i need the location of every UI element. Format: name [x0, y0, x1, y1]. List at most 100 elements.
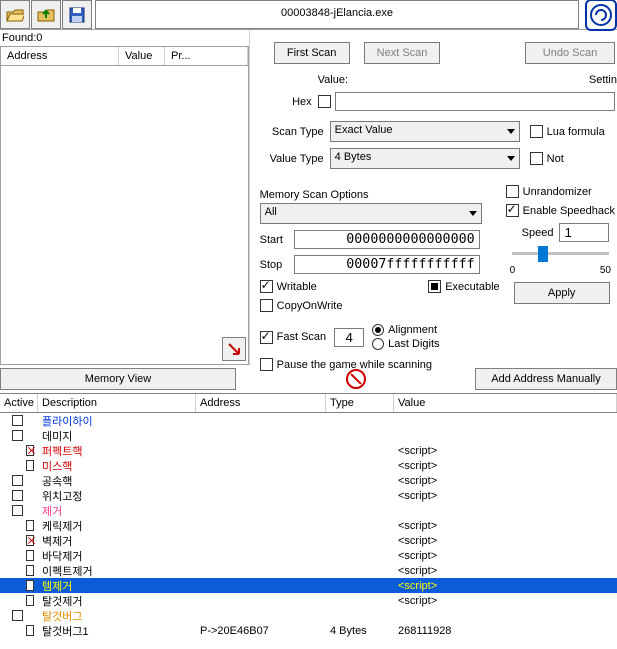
col-val2[interactable]: Value	[394, 394, 617, 412]
unrandomizer-checkbox[interactable]	[506, 185, 519, 198]
last-digits-radio[interactable]	[372, 338, 384, 350]
open-process-button[interactable]	[31, 0, 61, 29]
clear-list-icon[interactable]	[346, 369, 366, 389]
col-address[interactable]: Address	[1, 47, 119, 65]
pause-checkbox[interactable]	[260, 358, 273, 371]
active-checkbox[interactable]	[26, 550, 34, 561]
table-row[interactable]: 탈것제거 <script>	[0, 593, 617, 608]
active-checkbox[interactable]	[26, 565, 34, 576]
value-label: Value:	[318, 74, 348, 86]
active-checkbox[interactable]	[26, 460, 34, 471]
settings-link[interactable]: Settin	[589, 74, 617, 86]
col-desc[interactable]: Description	[38, 394, 196, 412]
table-row[interactable]: 데미지	[0, 428, 617, 443]
cell-desc: 케릭제거	[38, 518, 196, 534]
cell-desc: 플라이하이	[38, 413, 196, 429]
stop-label: Stop	[260, 259, 294, 271]
cell-desc: 탈것제거	[38, 593, 196, 609]
scan-type-combo[interactable]: Exact Value	[330, 121, 520, 142]
not-checkbox[interactable]	[530, 152, 543, 165]
results-list[interactable]	[0, 66, 249, 365]
table-row[interactable]: 템제거<script>	[0, 578, 617, 593]
cell-desc: 데미지	[38, 428, 196, 444]
cell-desc: 탈것버그	[38, 608, 196, 624]
col-type[interactable]: Type	[326, 394, 394, 412]
active-checkbox[interactable]	[12, 475, 23, 486]
table-row[interactable]: 위치고정<script>	[0, 488, 617, 503]
active-checkbox[interactable]	[12, 430, 23, 441]
cell-val: <script>	[394, 445, 617, 457]
active-checkbox[interactable]	[12, 490, 23, 501]
cell-desc: 제거	[38, 503, 196, 519]
table-row[interactable]: 이펙트제거<script>	[0, 563, 617, 578]
cell-val: <script>	[394, 580, 617, 592]
table-row[interactable]: 미스핵<script>	[0, 458, 617, 473]
table-row[interactable]: 제거	[0, 503, 617, 518]
open-file-button[interactable]	[0, 0, 30, 29]
arrow-down-right-icon	[227, 342, 241, 356]
first-scan-button[interactable]: First Scan	[274, 42, 350, 64]
slider-thumb[interactable]	[538, 246, 548, 262]
executable-label: Executable	[445, 281, 499, 293]
copyonwrite-label: CopyOnWrite	[277, 300, 343, 312]
cell-val: <script>	[394, 595, 617, 607]
col-previous[interactable]: Pr...	[165, 47, 248, 65]
cheatengine-icon	[588, 2, 614, 28]
save-button[interactable]	[62, 0, 92, 29]
value-type-combo[interactable]: 4 Bytes	[330, 148, 520, 169]
start-input[interactable]	[294, 230, 480, 249]
mem-region-combo[interactable]: All	[260, 203, 482, 224]
cheat-table[interactable]: 플라이하이데미지퍼펙트핵<script>미스핵<script>공속핵<scrip…	[0, 413, 617, 638]
table-row[interactable]: 퍼펙트핵 <script>	[0, 443, 617, 458]
folder-open-icon	[6, 8, 24, 22]
table-row[interactable]: 바닥제거<script>	[0, 548, 617, 563]
cell-val: 268111928	[394, 625, 617, 637]
add-address-button[interactable]: Add Address Manually	[475, 368, 617, 390]
found-count: Found:0	[0, 30, 249, 46]
active-checkbox[interactable]	[12, 505, 23, 516]
executable-checkbox[interactable]	[428, 280, 441, 293]
value-input[interactable]	[335, 92, 615, 111]
alignment-radio[interactable]	[372, 324, 384, 336]
cell-val: <script>	[394, 475, 617, 487]
active-checkbox[interactable]	[26, 580, 34, 591]
scan-type-label: Scan Type	[254, 126, 324, 138]
speedhack-checkbox[interactable]	[506, 204, 519, 217]
active-checkbox[interactable]	[26, 625, 34, 636]
cell-addr: P->20E46B07	[196, 625, 326, 637]
col-value[interactable]: Value	[119, 47, 165, 65]
col-addr2[interactable]: Address	[196, 394, 326, 412]
active-checkbox[interactable]	[26, 535, 34, 546]
cell-desc: 퍼펙트핵	[38, 443, 196, 459]
active-checkbox[interactable]	[26, 520, 34, 531]
table-row[interactable]: 공속핵<script>	[0, 473, 617, 488]
mem-scan-label: Memory Scan Options	[260, 189, 500, 201]
speed-input[interactable]	[559, 223, 609, 242]
table-row[interactable]: 탈것버그	[0, 608, 617, 623]
fast-scan-input[interactable]	[334, 328, 364, 347]
progress-bar: 00003848-jElancia.exe	[95, 0, 579, 29]
col-active[interactable]: Active	[0, 394, 38, 412]
writable-checkbox[interactable]	[260, 280, 273, 293]
apply-button[interactable]: Apply	[514, 282, 610, 304]
memory-view-button[interactable]: Memory View	[0, 368, 236, 390]
active-checkbox[interactable]	[26, 445, 34, 456]
lua-checkbox[interactable]	[530, 125, 543, 138]
active-checkbox[interactable]	[12, 415, 23, 426]
collapse-button[interactable]	[222, 337, 246, 361]
table-row[interactable]: 탈것버그1P->20E46B074 Bytes268111928	[0, 623, 617, 638]
speed-slider[interactable]	[512, 252, 609, 255]
copyonwrite-checkbox[interactable]	[260, 299, 273, 312]
fast-scan-checkbox[interactable]	[260, 331, 273, 344]
active-checkbox[interactable]	[12, 610, 23, 621]
table-row[interactable]: 플라이하이	[0, 413, 617, 428]
hex-checkbox[interactable]	[318, 95, 331, 108]
last-digits-label: Last Digits	[388, 338, 439, 350]
active-checkbox[interactable]	[26, 595, 34, 606]
table-row[interactable]: 벽제거<script>	[0, 533, 617, 548]
table-row[interactable]: 케릭제거<script>	[0, 518, 617, 533]
lua-label: Lua formula	[547, 126, 605, 138]
stop-input[interactable]	[294, 255, 480, 274]
process-title: 00003848-jElancia.exe	[281, 7, 393, 19]
app-logo[interactable]	[585, 0, 617, 31]
